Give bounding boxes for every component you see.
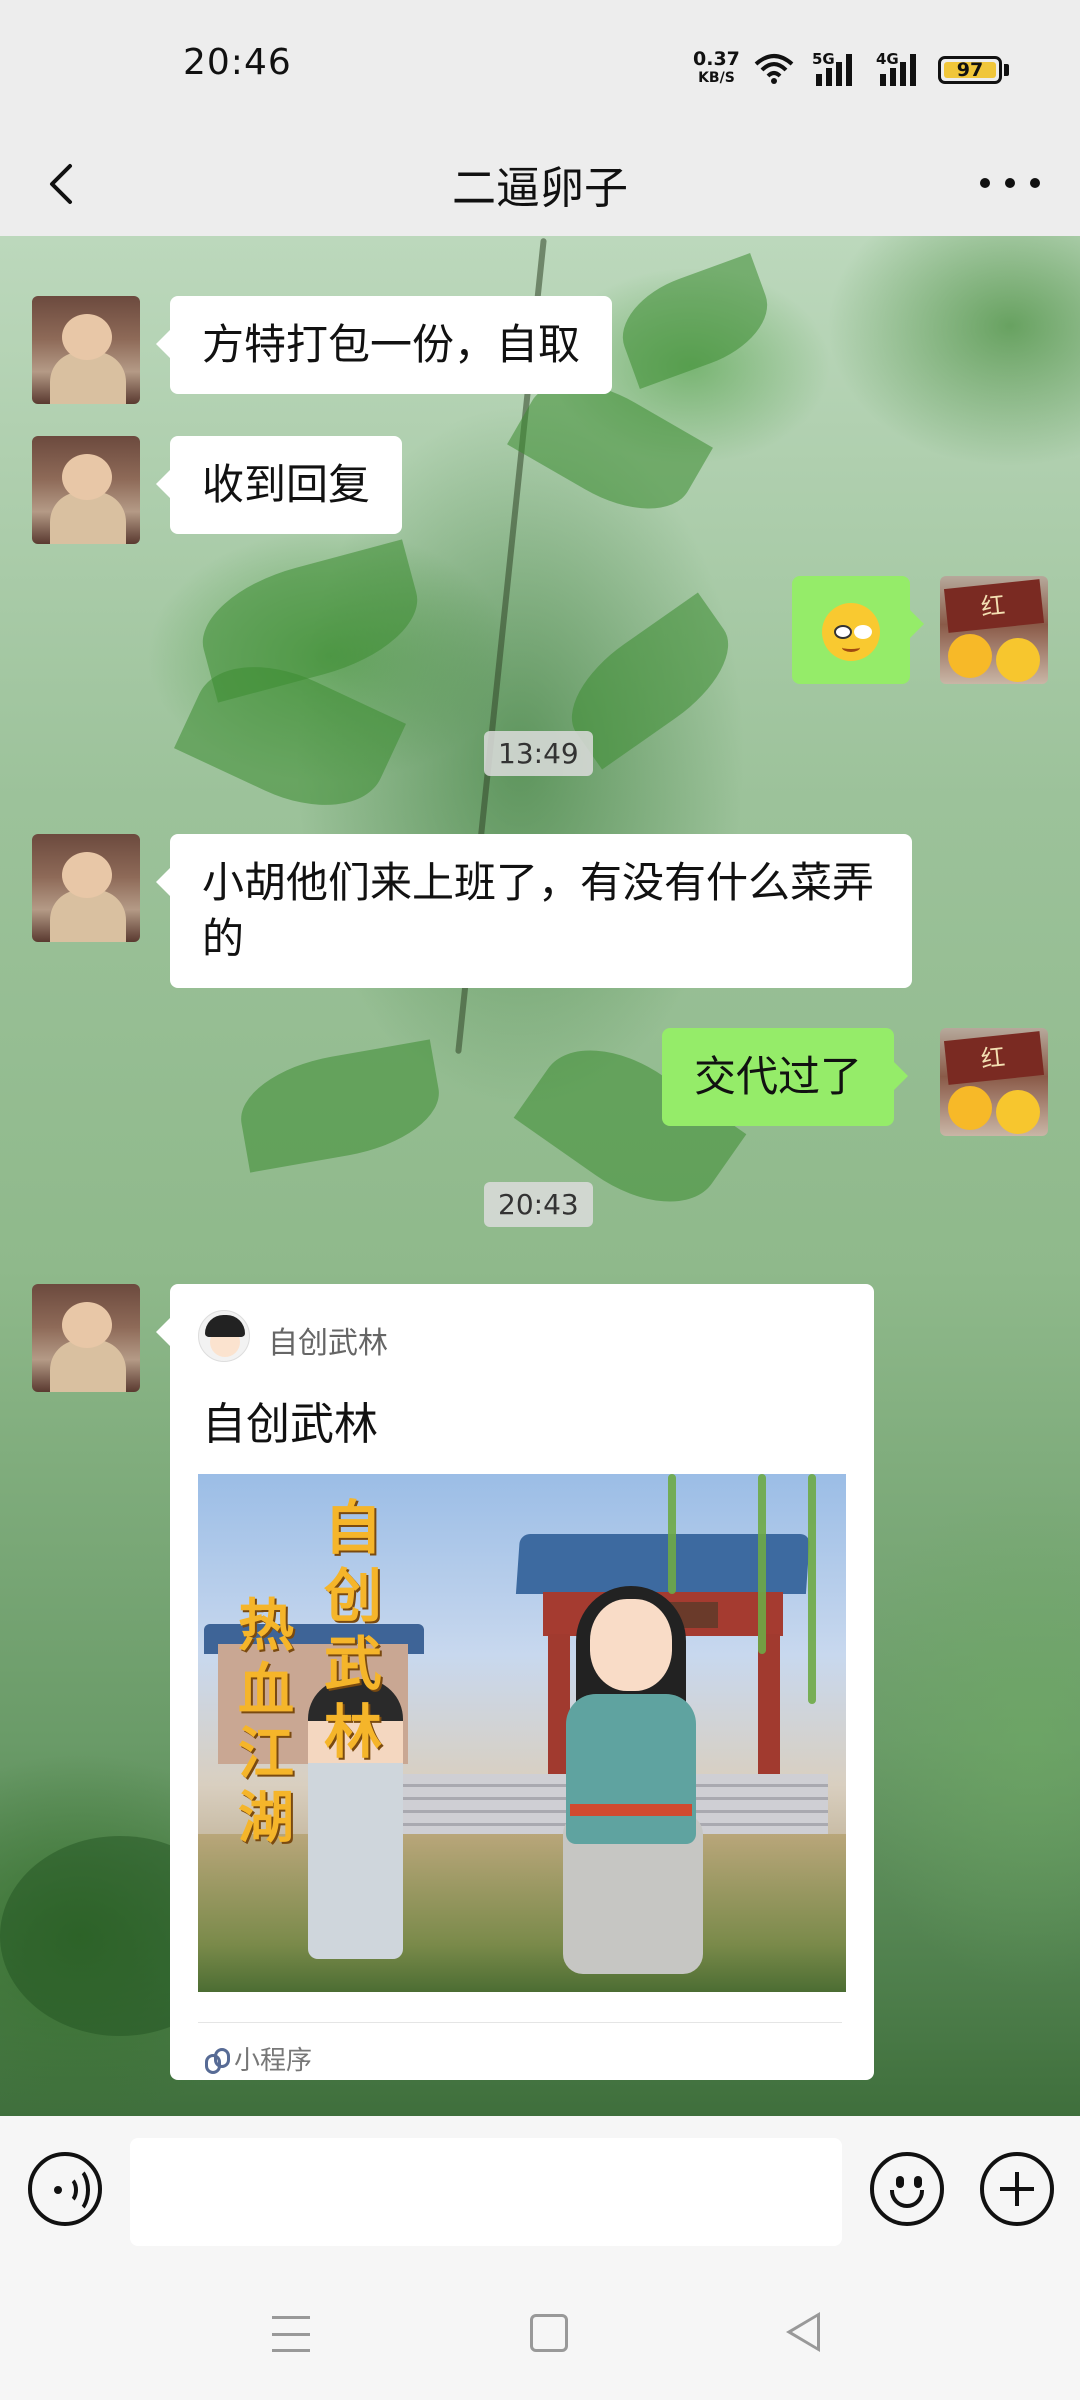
sent-message[interactable]: 交代过了 [662,1028,909,1126]
received-message[interactable]: 小胡他们来上班了，有没有什么菜弄的 [156,834,912,988]
mini-program-app-icon [198,1310,250,1362]
received-message[interactable]: 收到回复 [155,436,403,534]
battery-icon: 97 [938,56,1002,84]
contact-avatar[interactable] [32,1284,140,1392]
network-speed-unit: KB/S [698,70,735,86]
message-input[interactable] [130,2138,842,2246]
my-avatar[interactable]: 红 [940,576,1048,684]
smirk-emoji-icon [822,602,880,661]
home-button[interactable] [530,2314,568,2352]
status-bar: 20:46 0.37 KB/S 5G 4G 97 [0,0,1080,132]
voice-input-button[interactable] [28,2152,102,2226]
battery-tip [1004,64,1009,76]
my-avatar[interactable]: 红 [940,1028,1048,1136]
cover-calligraphy-subtitle: 热血江湖 [238,1593,294,1851]
mini-program-label: 小程序 [234,2046,313,2076]
background-leaf [609,253,781,389]
mini-program-cover-image: ··· 自创武林 热血江湖 [198,1474,846,1992]
sent-message[interactable] [792,576,924,684]
chat-header: 二逼卵子 [0,132,1080,236]
more-dot-icon [1030,178,1040,188]
chat-title: 二逼卵子 [452,163,628,214]
network-speed: 0.37 KB/S [693,50,740,88]
received-message[interactable]: 方特打包一份，自取 [155,296,613,394]
system-navigation-bar [0,2280,1080,2400]
mini-program-app-name: 自创武林 [268,1326,388,1361]
recent-apps-button[interactable] [272,2316,310,2352]
status-time: 20:46 [183,42,292,83]
mini-program-footer: 小程序 [202,2040,312,2077]
message-timestamp: 20:43 [484,1182,593,1227]
cover-calligraphy-title: 自创武林 [324,1494,383,1766]
mini-program-card[interactable]: 自创武林 自创武林 ··· 自创武林 热血江湖 小程 [156,1284,874,2080]
network-speed-value: 0.37 [693,48,740,70]
more-dot-icon [980,178,990,188]
message-input-bar [0,2116,1080,2280]
contact-avatar[interactable] [32,296,140,404]
background-leaf [232,1039,448,1173]
signal-4g-icon [880,52,916,86]
card-divider [198,2022,842,2023]
emoji-button[interactable] [870,2152,944,2226]
more-functions-button[interactable] [980,2152,1054,2226]
chat-message-list[interactable]: 方特打包一份，自取 收到回复 红 13:49 小胡他们来上班了，有没有什么菜弄的… [0,236,1080,2116]
system-back-icon [792,2317,817,2347]
message-timestamp: 13:49 [484,731,593,776]
signal-5g-icon [816,52,852,86]
battery-level: 97 [956,59,984,81]
wifi-icon [754,54,794,84]
more-options-button[interactable] [980,158,1040,208]
contact-avatar[interactable] [32,436,140,544]
more-dot-icon [1005,178,1015,188]
contact-avatar[interactable] [32,834,140,942]
mini-program-icon [202,2046,230,2074]
mini-program-title: 自创武林 [202,1399,378,1450]
